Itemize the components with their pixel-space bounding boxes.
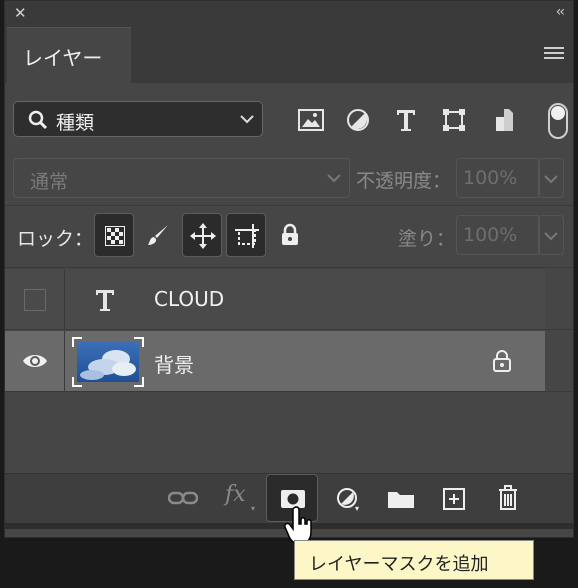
layer-style-fx-icon[interactable]: fx (225, 482, 246, 507)
opacity-label: 不透明度： (356, 170, 452, 192)
chevron-down-icon (544, 232, 558, 241)
opacity-dropdown-button[interactable] (538, 158, 564, 198)
chevron-down-icon (327, 174, 341, 183)
fill-label: 塗り： (398, 228, 456, 250)
adjustment-layer-filter-icon[interactable] (346, 108, 370, 132)
close-icon[interactable]: ✕ (14, 4, 27, 22)
smart-object-filter-icon[interactable] (493, 107, 515, 133)
shape-layer-filter-icon[interactable] (442, 108, 466, 132)
chevron-down-icon (240, 115, 254, 124)
fill-dropdown-button[interactable] (538, 215, 564, 255)
folder-icon[interactable] (387, 489, 415, 509)
blend-mode-select[interactable]: 通常 (13, 158, 350, 198)
lock-position-button[interactable] (182, 213, 222, 257)
filter-label: 種類 (56, 112, 95, 134)
panel-titlebar: ✕ ‹‹ (5, 1, 573, 25)
lock-artboard-button[interactable] (226, 213, 266, 257)
tab-strip: レイヤー (5, 25, 573, 84)
panel-menu-icon[interactable] (544, 47, 564, 62)
collapse-icon[interactable]: ‹‹ (556, 4, 565, 20)
small-triangle-icon: ▾ (355, 504, 360, 513)
layer-name[interactable]: CLOUD (154, 287, 224, 311)
type-layer-filter-icon[interactable] (395, 108, 417, 132)
opacity-value: 100% (463, 167, 518, 189)
filter-toggle[interactable] (548, 103, 568, 139)
lock-all-icon[interactable] (280, 223, 300, 247)
tooltip: レイヤーマスクを追加 (294, 540, 534, 580)
layers-panel: ✕ ‹‹ レイヤー 種類 通常 不透明度： 100% ロック： 塗り： 100%… (4, 0, 574, 538)
lock-icon (493, 350, 511, 372)
opacity-input[interactable]: 100% (456, 158, 540, 198)
layer-thumbnail[interactable] (72, 337, 144, 387)
lock-image-pixels-button[interactable] (138, 213, 178, 257)
tab-label: レイヤー (23, 46, 103, 70)
layer-name[interactable]: 背景 (154, 349, 194, 378)
pixel-layer-filter-icon[interactable] (298, 109, 324, 131)
trash-icon[interactable] (497, 485, 519, 511)
cloud-image-thumbnail (72, 337, 144, 387)
layer-row[interactable]: CLOUD (5, 269, 545, 329)
tooltip-text: レイヤーマスクを追加 (309, 554, 489, 575)
chevron-down-icon (544, 175, 558, 184)
checkerboard-icon (105, 226, 125, 246)
filter-kind-select[interactable]: 種類 (13, 101, 263, 137)
layer-row-selected[interactable]: 背景 (5, 331, 545, 391)
visibility-toggle[interactable] (5, 331, 65, 391)
visibility-toggle[interactable] (5, 269, 65, 329)
artboard-icon (235, 224, 259, 248)
lock-label: ロック： (17, 228, 94, 250)
brush-icon (148, 225, 168, 245)
lock-transparent-pixels-button[interactable] (94, 213, 134, 257)
fill-input[interactable]: 100% (456, 215, 540, 255)
search-icon (28, 110, 48, 130)
visibility-off-box (24, 289, 46, 311)
eye-icon (23, 355, 47, 367)
small-triangle-icon: ▾ (251, 504, 256, 513)
new-layer-icon[interactable] (442, 487, 466, 511)
tab-layers[interactable]: レイヤー (7, 27, 131, 84)
link-layers-icon[interactable] (168, 490, 198, 506)
text-layer-icon (96, 290, 114, 311)
fill-value: 100% (463, 224, 518, 246)
move-icon (190, 223, 216, 249)
blend-mode-value: 通常 (30, 171, 69, 193)
